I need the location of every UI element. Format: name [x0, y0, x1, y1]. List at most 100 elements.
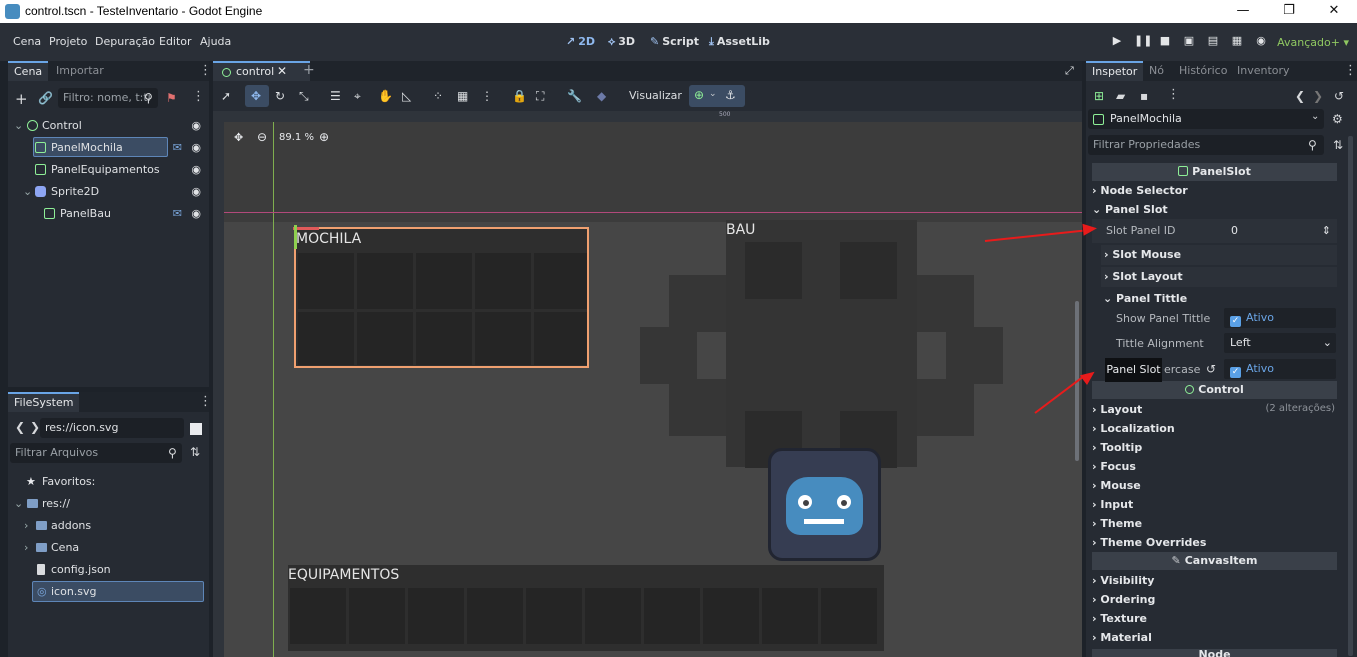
ruler-tool-icon[interactable]: ◺ — [402, 89, 411, 103]
skeleton-icon[interactable]: 🔧 — [567, 89, 582, 103]
fs-item-icon-svg[interactable]: ◎ icon.svg — [8, 581, 209, 602]
filter-options-icon[interactable]: ⇅ — [1333, 138, 1343, 152]
filesystem-filter-input[interactable]: Filtrar Arquivos — [10, 443, 182, 463]
select-tool-icon[interactable]: ➚ — [221, 89, 231, 103]
maximize-button[interactable]: ❐ — [1266, 0, 1312, 23]
add-node-icon[interactable]: + — [15, 90, 28, 108]
group-focus[interactable]: › Focus — [1092, 460, 1136, 473]
fs-item-cena[interactable]: › Cena — [8, 537, 209, 558]
uppercase-checkbox[interactable]: ✓ Ativo — [1224, 359, 1336, 379]
group-texture[interactable]: › Texture — [1092, 612, 1147, 625]
tree-item-sprite2d[interactable]: ⌄ Sprite2D ◉ — [8, 181, 209, 202]
split-mode-icon[interactable] — [190, 423, 202, 435]
godot-sprite-icon[interactable] — [768, 448, 881, 561]
fs-item-addons[interactable]: › addons — [8, 515, 209, 536]
lock-icon[interactable]: 🔒 — [512, 89, 527, 103]
inspector-menu-icon[interactable]: ⋮ — [1167, 87, 1180, 102]
group-ordering[interactable]: › Ordering — [1092, 593, 1155, 606]
workspace-script-button[interactable]: ✎ Script — [650, 35, 699, 48]
group-theme[interactable]: › Theme — [1092, 517, 1142, 530]
group-node-selector[interactable]: › Node Selector — [1092, 184, 1188, 197]
scene-filter-input[interactable]: Filtro: nome, t:ti — [58, 88, 158, 108]
visibility-eye-icon[interactable]: ◉ — [191, 115, 201, 136]
object-tools-icon[interactable]: ⚙ — [1332, 112, 1343, 126]
list-select-icon[interactable]: ☰ — [330, 89, 341, 103]
forward-icon[interactable]: ❯ — [30, 420, 40, 434]
grid-snap-icon[interactable]: ▦ — [457, 89, 468, 103]
forward-icon[interactable]: ❯ — [1313, 89, 1323, 103]
anchor-preset-icon[interactable]: ⊕ — [694, 88, 704, 102]
scene-tools-menu-icon[interactable]: ⋮ — [192, 89, 205, 104]
group-slot-mouse[interactable]: › Slot Mouse — [1104, 248, 1181, 261]
back-icon[interactable]: ❮ — [15, 420, 25, 434]
group-panel-slot[interactable]: ⌄ Panel Slot — [1092, 203, 1168, 216]
menu-editor[interactable]: Editor — [159, 35, 192, 48]
revert-icon[interactable]: ↺ — [1206, 362, 1216, 376]
panel-mochila[interactable]: MOCHILA — [294, 227, 589, 368]
tab-historico[interactable]: Histórico — [1173, 61, 1233, 81]
play-icon[interactable]: ▶ — [1110, 34, 1124, 48]
workspace-assetlib-button[interactable]: ⤓ AssetLib — [709, 35, 770, 49]
tab-cena[interactable]: Cena — [8, 61, 49, 81]
dock-menu-icon[interactable]: ⋮ — [199, 394, 212, 409]
show-panel-tittle-checkbox[interactable]: ✓ Ativo — [1224, 308, 1336, 328]
zoom-level[interactable]: 89.1 % — [279, 132, 314, 143]
tab-no[interactable]: Nó — [1143, 61, 1170, 81]
canvas-viewport[interactable]: 500 ✥ ⊖ 89.1 % ⊕ MOCHILA BAU EQUIPAMENTO… — [213, 111, 1082, 657]
group-material[interactable]: › Material — [1092, 631, 1152, 644]
rotate-tool-icon[interactable]: ↻ — [275, 89, 285, 103]
add-scene-tab-icon[interactable]: + — [303, 62, 315, 78]
center-view-icon[interactable]: ✥ — [234, 131, 243, 144]
tab-importar[interactable]: Importar — [50, 61, 110, 81]
visibility-eye-icon[interactable]: ◉ — [191, 203, 201, 224]
zoom-out-icon[interactable]: ⊖ — [257, 130, 267, 144]
zoom-in-icon[interactable]: ⊕ — [319, 130, 329, 144]
script-attached-icon[interactable]: ✉ — [173, 137, 182, 158]
node-selector-dropdown[interactable]: PanelMochila — [1088, 109, 1324, 129]
chevron-down-icon[interactable]: ⌄ — [1311, 111, 1319, 122]
save-icon[interactable]: ▪ — [1140, 89, 1148, 103]
new-resource-icon[interactable]: ⊞ — [1094, 89, 1104, 103]
tab-inventory[interactable]: Inventory — [1231, 61, 1296, 81]
distraction-free-icon[interactable]: ⤢ — [1065, 64, 1074, 78]
fs-item-res[interactable]: ⌄ res:// — [8, 493, 209, 514]
close-tab-icon[interactable]: ✕ — [277, 64, 287, 78]
close-button[interactable]: ✕ — [1311, 0, 1357, 23]
back-icon[interactable]: ❮ — [1295, 89, 1305, 103]
tree-item-control[interactable]: ⌄ Control ◉ — [8, 115, 209, 136]
group-slot-mouse-row[interactable]: › Slot Mouse — [1101, 245, 1337, 265]
chevron-down-icon[interactable]: ⌄ — [709, 89, 717, 99]
tree-item-panelbau[interactable]: PanelBau ✉ ◉ — [8, 203, 209, 224]
group-icon[interactable]: ⛶ — [536, 89, 544, 104]
remote-debug-icon[interactable]: ▣ — [1182, 34, 1196, 48]
menu-cena[interactable]: Cena — [13, 35, 41, 48]
visibility-eye-icon[interactable]: ◉ — [191, 181, 201, 202]
spin-arrows-icon[interactable]: ⇕ — [1322, 221, 1331, 241]
group-slot-layout-row[interactable]: › Slot Layout — [1101, 267, 1337, 287]
visibility-eye-icon[interactable]: ◉ — [191, 159, 201, 180]
open-folder-icon[interactable]: ▰ — [1116, 89, 1125, 103]
expand-arrow-icon[interactable]: › — [24, 537, 28, 558]
fs-item-config[interactable]: config.json — [8, 559, 209, 580]
filesystem-path-input[interactable]: res://icon.svg — [40, 418, 184, 438]
group-input[interactable]: › Input — [1092, 498, 1133, 511]
tree-item-panelequipamentos[interactable]: PanelEquipamentos ◉ — [8, 159, 209, 180]
anchor-toolbar[interactable]: ⊕ ⌄ ⚓ — [689, 85, 745, 107]
scale-tool-icon[interactable]: ⤡ — [299, 89, 309, 104]
collapse-arrow-icon[interactable]: ⌄ — [14, 493, 23, 514]
property-filter-input[interactable]: Filtrar Propriedades — [1088, 135, 1324, 155]
renderer-select[interactable]: Avançado+ ▾ — [1277, 36, 1349, 49]
collapse-arrow-icon[interactable]: ⌄ — [14, 115, 23, 136]
pan-tool-icon[interactable]: ✋ — [378, 89, 393, 103]
anchor-icon[interactable]: ⚓ — [725, 88, 736, 102]
scene-tab-control[interactable]: control ✕ — [213, 61, 310, 81]
tittle-alignment-dropdown[interactable]: Left ⌄ — [1224, 333, 1336, 353]
script-filter-icon[interactable]: ⚑ — [166, 91, 177, 105]
group-tooltip[interactable]: › Tooltip — [1092, 441, 1142, 454]
tree-item-panelmochila[interactable]: PanelMochila ✉ ◉ — [8, 137, 209, 158]
visualizar-menu[interactable]: Visualizar — [629, 89, 682, 102]
inspector-scrollbar[interactable] — [1348, 136, 1353, 656]
group-visibility[interactable]: › Visibility — [1092, 574, 1154, 587]
visibility-eye-icon[interactable]: ◉ — [191, 137, 201, 158]
history-icon[interactable]: ↺ — [1334, 89, 1344, 103]
